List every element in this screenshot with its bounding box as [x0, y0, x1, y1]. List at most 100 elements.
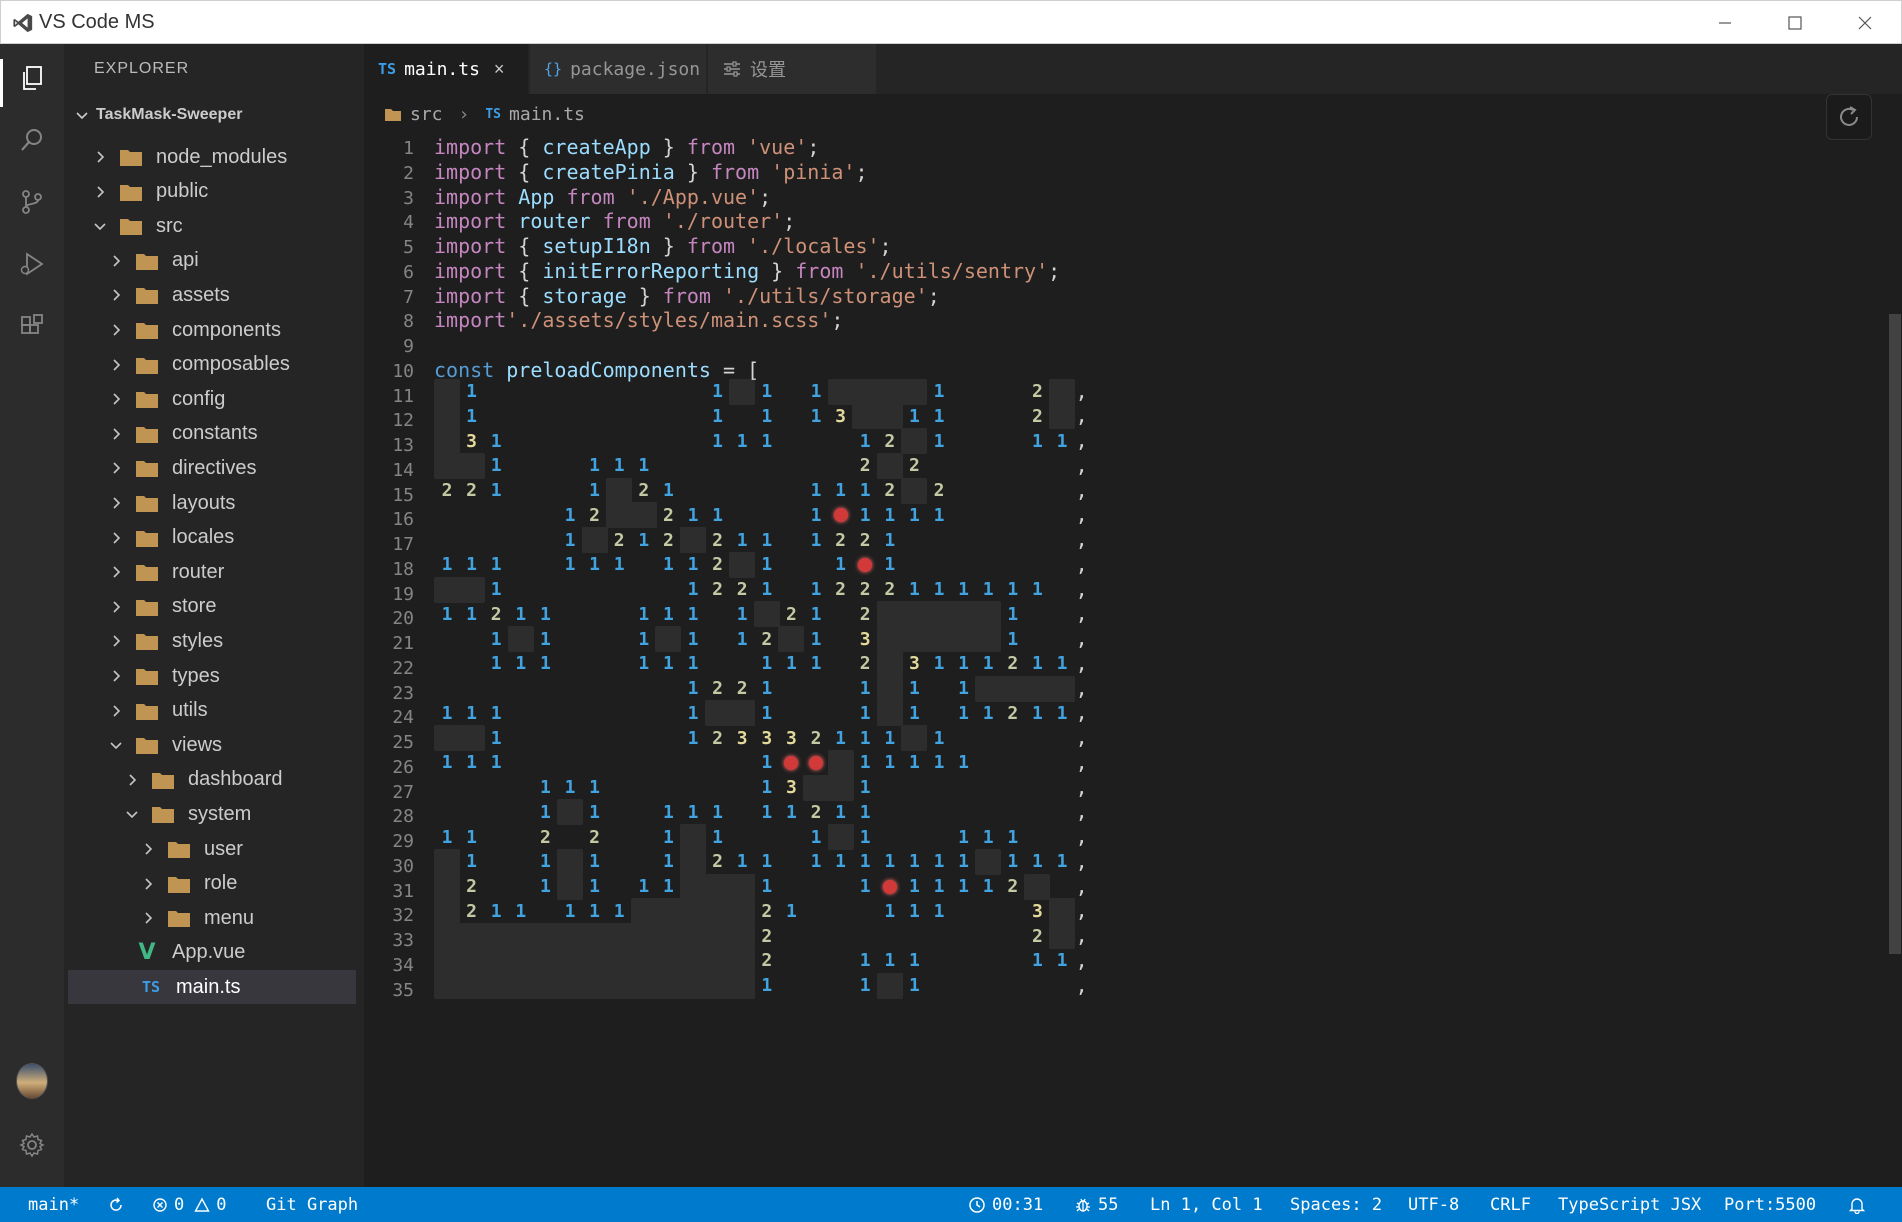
hidden-cell[interactable] [901, 477, 928, 504]
number-cell[interactable]: 1 [778, 799, 804, 825]
number-cell[interactable]: 1 [631, 527, 657, 553]
hidden-cell[interactable] [434, 873, 460, 900]
number-cell[interactable]: 2 [877, 577, 903, 603]
number-cell[interactable]: 2 [926, 478, 952, 504]
hidden-cell[interactable] [827, 378, 854, 405]
number-cell[interactable]: 1 [877, 725, 903, 751]
number-cell[interactable]: 1 [828, 478, 854, 504]
number-cell[interactable]: 3 [1024, 898, 1050, 924]
hidden-cell[interactable] [606, 972, 633, 999]
number-cell[interactable]: 1 [532, 849, 558, 875]
number-cell[interactable]: 2 [434, 478, 460, 504]
number-cell[interactable]: 2 [754, 626, 780, 652]
number-cell[interactable]: 1 [926, 750, 952, 776]
hidden-cell[interactable] [1024, 873, 1051, 900]
number-cell[interactable]: 1 [606, 898, 632, 924]
number-cell[interactable]: 2 [754, 948, 780, 974]
hidden-cell[interactable] [434, 972, 460, 999]
number-cell[interactable]: 1 [1024, 849, 1050, 875]
hidden-cell[interactable] [434, 428, 460, 454]
number-cell[interactable]: 1 [803, 527, 829, 553]
number-cell[interactable]: 1 [975, 824, 1001, 850]
number-cell[interactable]: 1 [852, 874, 878, 900]
hidden-cell[interactable] [729, 947, 756, 974]
number-cell[interactable]: 1 [926, 403, 952, 429]
hidden-cell[interactable] [704, 972, 731, 999]
number-cell[interactable]: 1 [1000, 626, 1026, 652]
number-cell[interactable]: 1 [852, 676, 878, 702]
hidden-cell[interactable] [729, 972, 756, 999]
number-cell[interactable]: 1 [655, 874, 681, 900]
number-cell[interactable]: 1 [926, 849, 952, 875]
number-cell[interactable]: 1 [1000, 824, 1026, 850]
number-cell[interactable]: 1 [951, 849, 977, 875]
hidden-cell[interactable] [1024, 675, 1051, 702]
scrollbar-thumb[interactable] [1889, 314, 1901, 954]
hidden-cell[interactable] [630, 947, 657, 974]
number-cell[interactable]: 1 [877, 527, 903, 553]
number-cell[interactable]: 2 [877, 478, 903, 504]
tree-item-dashboard[interactable]: dashboard [64, 763, 364, 797]
number-cell[interactable]: 3 [828, 403, 854, 429]
number-cell[interactable]: 1 [754, 676, 780, 702]
hidden-cell[interactable] [557, 972, 583, 999]
number-cell[interactable]: 3 [901, 651, 927, 677]
number-cell[interactable]: 2 [459, 478, 485, 504]
hidden-cell[interactable] [458, 923, 485, 949]
hidden-cell[interactable] [557, 799, 583, 826]
hidden-cell[interactable] [557, 873, 583, 900]
encoding-setting[interactable]: UTF-8 [1408, 1187, 1459, 1222]
number-cell[interactable]: 2 [729, 676, 755, 702]
number-cell[interactable]: 1 [1000, 601, 1026, 627]
number-cell[interactable]: 1 [582, 775, 608, 801]
number-cell[interactable]: 1 [877, 948, 903, 974]
number-cell[interactable]: 1 [680, 700, 706, 726]
number-cell[interactable]: 1 [951, 750, 977, 776]
number-cell[interactable]: 1 [680, 676, 706, 702]
indentation-setting[interactable]: Spaces: 2 [1290, 1187, 1382, 1222]
tree-item-user[interactable]: user [64, 832, 364, 866]
number-cell[interactable]: 1 [459, 750, 485, 776]
bug-counter[interactable]: 55 [1074, 1187, 1118, 1222]
number-cell[interactable]: 1 [852, 824, 878, 850]
number-cell[interactable]: 1 [754, 750, 780, 776]
number-cell[interactable]: 1 [557, 775, 583, 801]
tree-item-config[interactable]: config [64, 382, 364, 416]
number-cell[interactable]: 1 [754, 577, 780, 603]
number-cell[interactable]: 2 [705, 552, 731, 578]
hidden-cell[interactable] [876, 403, 903, 430]
number-cell[interactable]: 1 [877, 750, 903, 776]
maximize-button[interactable] [1777, 9, 1813, 37]
number-cell[interactable]: 1 [459, 403, 485, 429]
number-cell[interactable]: 1 [1049, 700, 1075, 726]
hidden-cell[interactable] [483, 972, 510, 999]
number-cell[interactable]: 1 [1000, 577, 1026, 603]
number-cell[interactable]: 1 [754, 700, 780, 726]
number-cell[interactable]: 1 [778, 898, 804, 924]
number-cell[interactable]: 1 [631, 651, 657, 677]
number-cell[interactable]: 2 [582, 502, 608, 528]
number-cell[interactable]: 1 [852, 750, 878, 776]
number-cell[interactable]: 1 [926, 428, 952, 454]
hidden-cell[interactable] [704, 700, 731, 727]
hidden-cell[interactable] [876, 700, 903, 727]
number-cell[interactable]: 1 [901, 973, 927, 999]
number-cell[interactable]: 1 [729, 527, 755, 553]
hidden-cell[interactable] [655, 898, 682, 925]
hidden-cell[interactable] [557, 947, 583, 974]
hidden-cell[interactable] [680, 947, 706, 974]
number-cell[interactable]: 2 [655, 527, 681, 553]
number-cell[interactable]: 1 [483, 577, 509, 603]
number-cell[interactable]: 1 [705, 428, 731, 454]
number-cell[interactable]: 2 [1000, 874, 1026, 900]
tree-item-locales[interactable]: locales [64, 521, 364, 555]
number-cell[interactable]: 1 [901, 898, 927, 924]
number-cell[interactable]: 2 [1024, 379, 1050, 405]
tree-item-store[interactable]: store [64, 590, 364, 624]
number-cell[interactable]: 1 [606, 552, 632, 578]
hidden-cell[interactable] [458, 576, 485, 603]
number-cell[interactable]: 1 [680, 799, 706, 825]
number-cell[interactable]: 1 [803, 824, 829, 850]
account-avatar[interactable] [16, 1063, 48, 1099]
hidden-cell[interactable] [704, 947, 731, 974]
